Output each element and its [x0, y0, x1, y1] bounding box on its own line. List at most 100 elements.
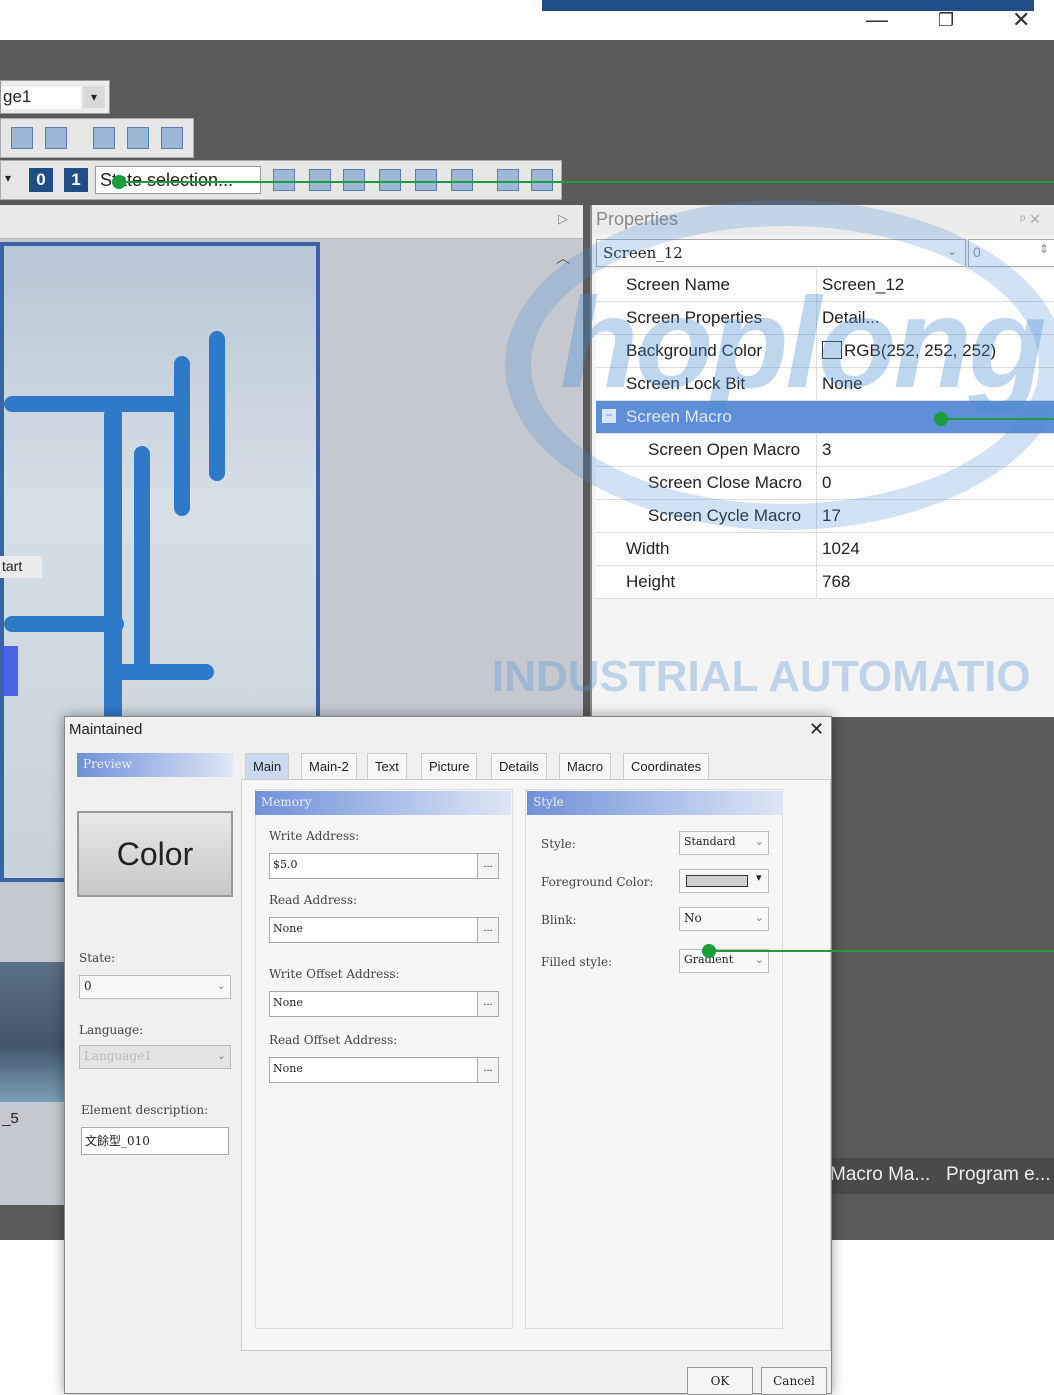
state-select-value: 0 [84, 979, 92, 993]
dialog-title: Maintained [69, 721, 143, 738]
callout-line [708, 950, 1054, 952]
pipe-graphic [4, 396, 184, 412]
foreground-color-picker[interactable]: ▾ [679, 869, 769, 893]
tool-icon[interactable] [451, 169, 473, 191]
indicator-graphic [4, 646, 18, 696]
write-offset-label: Write Offset Address: [269, 967, 400, 981]
start-label[interactable]: tart [0, 556, 42, 578]
memory-header: Memory [255, 791, 511, 815]
callout-dot [934, 412, 948, 426]
style-label: Style: [541, 837, 576, 851]
chevron-down-icon: ⌄ [754, 953, 764, 966]
language-select-value: Language1 [84, 1049, 152, 1063]
preview-header: Preview [77, 753, 233, 777]
chevron-down-icon: ⌄ [754, 835, 764, 848]
maintained-dialog: Maintained ✕ Preview Color State: 0 ⌄ Lan… [64, 716, 832, 1395]
blink-select-value: No [684, 911, 702, 925]
chevron-down-icon: ⌄ [216, 1049, 226, 1062]
filled-style-label: Filled style: [541, 955, 613, 969]
tool-icon[interactable] [273, 169, 295, 191]
trend-widget[interactable] [0, 962, 64, 1102]
language-label: Language: [79, 1023, 144, 1037]
ok-button[interactable]: OK [687, 1367, 753, 1395]
read-address-field[interactable]: None [269, 917, 479, 943]
align-icon[interactable] [127, 127, 149, 149]
tab-text[interactable]: Text [367, 753, 407, 779]
tab-macro[interactable]: Macro [559, 753, 612, 779]
read-address-browse[interactable]: ... [477, 917, 499, 943]
description-field[interactable]: 文餘型_010 [81, 1127, 229, 1155]
chevron-down-icon: ⌄ [216, 979, 226, 992]
close-icon[interactable]: ✕ [809, 719, 824, 740]
property-name: Width [626, 539, 670, 558]
property-name: Height [626, 572, 676, 591]
write-address-field[interactable]: $5.0 [269, 853, 479, 879]
foreground-color-label: Foreground Color: [541, 875, 654, 889]
tool-icon[interactable] [379, 169, 401, 191]
tab-coordinates[interactable]: Coordinates [623, 753, 710, 779]
write-offset-browse[interactable]: ... [477, 991, 499, 1017]
restore-icon[interactable]: ❐ [938, 8, 954, 32]
style-select[interactable]: Standard ⌄ [679, 831, 769, 855]
chevron-down-icon[interactable]: ▾ [5, 171, 11, 185]
property-value[interactable]: 1024 [822, 539, 860, 559]
preview-text: Color [116, 836, 194, 872]
tool-icon[interactable] [309, 169, 331, 191]
tab-program-editor[interactable]: Program e... [946, 1164, 1051, 1186]
pipe-graphic [134, 446, 150, 676]
chevron-right-icon[interactable]: ▷ [558, 211, 568, 227]
state-select[interactable]: 0 ⌄ [79, 975, 231, 999]
align-icon[interactable] [45, 127, 67, 149]
filled-style-select[interactable]: Gradient ⌄ [679, 949, 769, 973]
state-1-button[interactable]: 1 [64, 168, 88, 192]
chevron-down-icon: ▾ [756, 871, 762, 884]
color-swatch [686, 875, 748, 887]
pipe-graphic [4, 616, 124, 632]
editor-header: ▷ [0, 205, 583, 239]
pin-close-icon[interactable]: ᵖ ✕ [1020, 211, 1041, 228]
property-row[interactable]: Width 1024 [596, 533, 1054, 566]
callout-dot [702, 944, 716, 958]
tool-icon[interactable] [415, 169, 437, 191]
description-label: Element description: [81, 1103, 209, 1117]
write-address-browse[interactable]: ... [477, 853, 499, 879]
blink-select[interactable]: No ⌄ [679, 907, 769, 931]
property-value[interactable]: 768 [822, 572, 850, 592]
read-offset-field[interactable]: None [269, 1057, 479, 1083]
align-icon[interactable] [93, 127, 115, 149]
cancel-button[interactable]: Cancel [761, 1367, 827, 1395]
state-toolbar: ▾ 0 1 State selection... [0, 160, 562, 200]
close-icon[interactable]: ✕ [1012, 8, 1030, 32]
page-combo-value: ge1 [1, 87, 81, 109]
spin-icon[interactable]: ⇕ [1039, 242, 1049, 256]
style-header: Style [527, 791, 783, 815]
read-offset-browse[interactable]: ... [477, 1057, 499, 1083]
pipe-graphic [174, 356, 190, 516]
watermark-tagline: INDUSTRIAL AUTOMATIO [492, 652, 1031, 701]
tab-details[interactable]: Details [491, 753, 547, 779]
tool-icon[interactable] [343, 169, 365, 191]
language-select[interactable]: Language1 ⌄ [79, 1045, 231, 1069]
pipe-graphic [209, 331, 225, 481]
pipe-graphic [114, 664, 214, 680]
preview-color-button: Color [77, 811, 233, 897]
title-bar-accent [542, 0, 1034, 11]
tab-main[interactable]: Main [245, 753, 290, 779]
tool-icon[interactable] [497, 169, 519, 191]
align-icon[interactable] [11, 127, 33, 149]
chevron-down-icon[interactable]: ▾ [83, 86, 105, 108]
property-row[interactable]: Height 768 [596, 566, 1054, 599]
state-0-button[interactable]: 0 [29, 168, 53, 192]
title-bar: — ❐ ✕ [0, 0, 1054, 40]
write-offset-field[interactable]: None [269, 991, 479, 1017]
blink-label: Blink: [541, 913, 577, 927]
tab-main-2[interactable]: Main-2 [301, 753, 357, 779]
minimize-icon[interactable]: — [866, 8, 888, 32]
tab-macro-manager[interactable]: Macro Ma... [830, 1164, 930, 1186]
callout-dot [112, 175, 126, 189]
page-combo[interactable]: ge1 ▾ [0, 80, 110, 114]
tool-icon[interactable] [531, 169, 553, 191]
align-icon[interactable] [161, 127, 183, 149]
read-address-label: Read Address: [269, 893, 358, 907]
tab-picture[interactable]: Picture [421, 753, 478, 779]
